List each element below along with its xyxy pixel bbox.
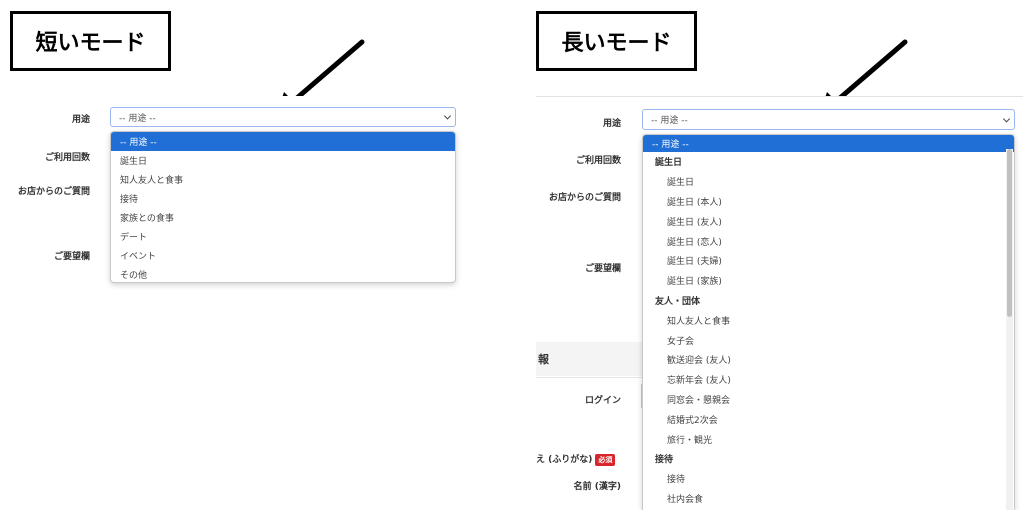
- dropdown-option[interactable]: 接待: [643, 469, 1014, 489]
- name-kana-text: え (ふりがな): [536, 455, 593, 465]
- purpose-label: 用途: [602, 119, 621, 129]
- section-divider: [536, 377, 643, 378]
- dropdown-scrollbar-thumb[interactable]: [1007, 149, 1012, 317]
- dropdown-option[interactable]: 知人友人と食事: [643, 310, 1014, 330]
- shop-question-label: お店からのご質問: [548, 193, 621, 203]
- dropdown-option[interactable]: 旅行・観光: [643, 429, 1014, 449]
- dropdown-option[interactable]: 誕生日 (本人): [643, 192, 1014, 212]
- dropdown-option[interactable]: 結婚式2次会: [643, 409, 1014, 429]
- name-kanji-label: 名前 (漢字): [573, 482, 621, 492]
- dropdown-optgroup: 接待: [655, 455, 674, 466]
- dropdown-optgroup: 誕生日: [655, 158, 683, 169]
- request-label: ご要望欄: [584, 264, 621, 274]
- dropdown-option[interactable]: -- 用途 --: [643, 135, 1014, 152]
- dropdown-option[interactable]: 誕生日 (家族): [643, 271, 1014, 291]
- dropdown-option[interactable]: 同窓会・懇親会: [643, 390, 1014, 410]
- dropdown-option[interactable]: 誕生日 (夫婦): [643, 251, 1014, 271]
- purpose-dropdown: -- 用途 -- 誕生日 誕生日 誕生日 (本人) 誕生日 (友人) 誕生日 (…: [642, 134, 1015, 510]
- purpose-select[interactable]: -- 用途 --: [642, 109, 1015, 130]
- long-mode-form: 用途 ご利用回数 お店からのご質問 ご要望欄 報 ログイン え (ふりがな) 必須…: [530, 96, 1023, 510]
- dropdown-option[interactable]: 社内会食: [643, 489, 1014, 509]
- section-header: 報: [536, 342, 643, 376]
- login-label: ログイン: [584, 396, 621, 406]
- dropdown-option[interactable]: 忘新年会 (友人): [643, 370, 1014, 390]
- dropdown-optgroup: 友人・団体: [655, 296, 701, 307]
- dropdown-option[interactable]: 女子会: [643, 330, 1014, 350]
- required-badge: 必須: [595, 453, 616, 466]
- dropdown-option[interactable]: 歓送迎会 (友人): [643, 350, 1014, 370]
- dropdown-option[interactable]: 誕生日 (恋人): [643, 231, 1014, 251]
- dropdown-option[interactable]: 誕生日: [643, 172, 1014, 192]
- top-divider: [536, 96, 1023, 97]
- name-kana-label: え (ふりがな) 必須: [536, 452, 616, 466]
- usage-count-label: ご利用回数: [575, 156, 621, 166]
- dropdown-option[interactable]: 誕生日 (友人): [643, 211, 1014, 231]
- section-header-text: 報: [538, 353, 549, 366]
- purpose-select-value: -- 用途 --: [651, 116, 688, 126]
- chevron-down-icon: [1002, 114, 1011, 123]
